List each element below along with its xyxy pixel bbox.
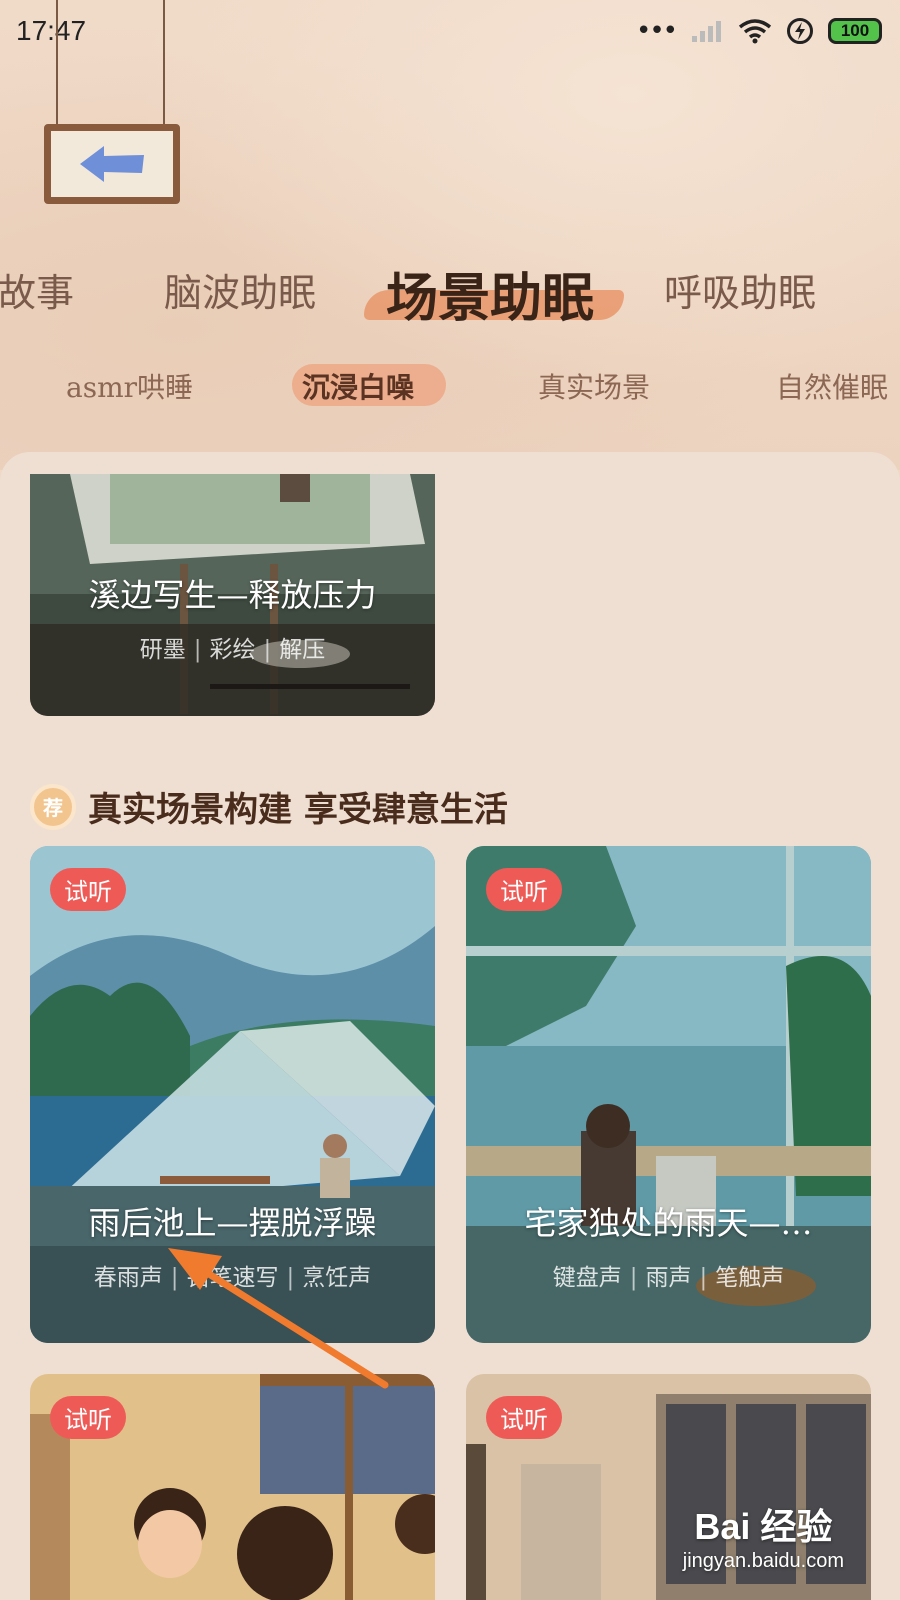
sign-rope — [163, 0, 165, 125]
battery-icon: 100 — [828, 18, 882, 44]
tag: 铅笔速写 — [186, 1265, 279, 1291]
subtab-immersive-white-noise[interactable]: 沉浸白噪 — [302, 366, 414, 406]
subtab-asmr[interactable]: asmr哄睡 — [66, 366, 193, 406]
scene-card-title: 雨后池上—摆脱浮躁 — [88, 1204, 377, 1242]
tab-breath-sleep[interactable]: 呼吸助眠 — [664, 262, 816, 322]
tag: 键盘声 — [552, 1265, 622, 1291]
watermark-brand: Bai 经验 — [694, 1506, 833, 1547]
tab-brainwave-sleep[interactable]: 脑波助眠 — [164, 262, 316, 322]
watermark-url: jingyan.baidu.com — [682, 1550, 844, 1572]
charging-icon — [787, 18, 813, 44]
trial-badge: 试听 — [50, 868, 126, 911]
tag: 彩绘 — [209, 637, 256, 663]
watermark: Bai 经验 jingyan.baidu.com — [683, 1498, 844, 1573]
tag: 笔触声 — [715, 1265, 785, 1291]
scene-card-tags: 春雨声 | 铅笔速写 | 烹饪声 — [93, 1265, 372, 1291]
scene-card-tags: 键盘声 | 雨声 | 笔触声 — [552, 1265, 785, 1291]
featured-card-tags: 研墨 | 彩绘 | 解压 — [139, 637, 326, 663]
tab-sleep-story[interactable]: 睡故事 — [0, 262, 74, 322]
tag: 烹饪声 — [302, 1265, 372, 1291]
more-dots-icon: ••• — [635, 16, 678, 46]
signal-icon — [692, 21, 721, 42]
featured-card-title: 溪边写生—释放压力 — [88, 576, 377, 614]
trial-badge: 试听 — [486, 868, 562, 911]
trial-badge: 试听 — [486, 1396, 562, 1439]
section-title: 真实场景构建 享受肆意生活 — [88, 790, 508, 830]
tag: 雨声 — [645, 1265, 692, 1291]
featured-card[interactable]: 溪边写生—释放压力 研墨 | 彩绘 | 解压 — [30, 474, 435, 716]
sign-rope — [56, 0, 58, 125]
scene-card[interactable]: 试听 — [30, 1374, 435, 1600]
scene-card-title: 宅家独处的雨天—… — [524, 1204, 813, 1242]
status-icons: ••• 100 — [636, 17, 882, 45]
scene-card[interactable]: 试听 雨后池上—摆脱浮躁 春雨声 | 铅笔速写 | 烹饪声 — [30, 846, 435, 1343]
status-time: 17:47 — [16, 15, 87, 46]
tag: 研墨 — [139, 637, 186, 663]
status-bar: 17:47 ••• 100 — [0, 0, 900, 62]
scene-card[interactable]: 试听 宅家独处的雨天—… 键盘声 | 雨声 | 笔触声 — [466, 846, 871, 1343]
subtab-real-scene[interactable]: 真实场景 — [538, 366, 650, 406]
tag: 解压 — [279, 637, 326, 663]
back-arrow-icon — [80, 146, 144, 182]
back-button[interactable] — [44, 124, 180, 204]
tag: 春雨声 — [93, 1265, 163, 1291]
trial-badge: 试听 — [50, 1396, 126, 1439]
recommend-icon: 荐 — [30, 783, 76, 830]
wifi-icon — [738, 19, 772, 44]
tab-scene-sleep[interactable]: 场景助眠 — [386, 256, 594, 329]
subtab-nature-hypnosis[interactable]: 自然催眠 — [776, 366, 888, 406]
section-header: 荐 真实场景构建 享受肆意生活 — [30, 782, 508, 831]
